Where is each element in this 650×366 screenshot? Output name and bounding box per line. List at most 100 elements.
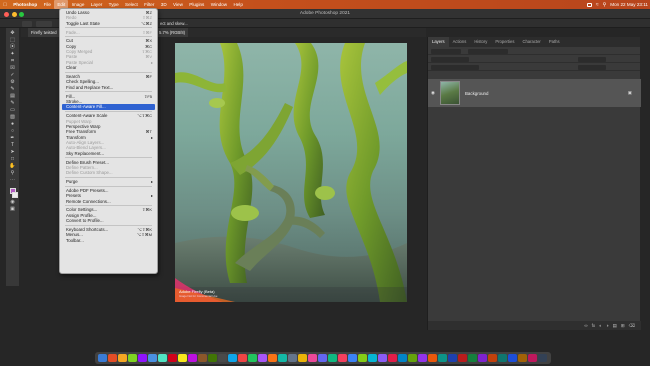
dock-app-icon[interactable]: [388, 353, 397, 363]
dock-app-icon[interactable]: [188, 353, 197, 363]
dock-app-icon[interactable]: [268, 353, 277, 363]
dock-app-icon[interactable]: [358, 353, 367, 363]
dodge-tool-icon[interactable]: ○: [9, 128, 16, 134]
dock-app-icon[interactable]: [478, 353, 487, 363]
dock-app-icon[interactable]: [178, 353, 187, 363]
layer-row-background[interactable]: ◉ Background ▣: [428, 79, 641, 107]
zoom-tool-icon[interactable]: ⚲: [9, 170, 16, 176]
dock-app-icon[interactable]: [288, 353, 297, 363]
blur-tool-icon[interactable]: ●: [9, 121, 16, 127]
dock-app-icon[interactable]: [518, 353, 527, 363]
menu-item-purge[interactable]: Purge ▸: [60, 179, 157, 184]
menu-file[interactable]: File: [40, 0, 54, 9]
menu-item-find-and-replace-text[interactable]: Find and Replace Text...: [60, 85, 157, 90]
dock-app-icon[interactable]: [428, 353, 437, 363]
selection-mode-buttons[interactable]: [36, 20, 52, 27]
lock-buttons[interactable]: [431, 64, 479, 70]
battery-icon[interactable]: [586, 2, 592, 7]
move-tool-icon[interactable]: ✥: [9, 30, 16, 36]
dock-app-icon[interactable]: [228, 353, 237, 363]
dock-app-icon[interactable]: [468, 353, 477, 363]
tab-actions[interactable]: Actions: [449, 37, 471, 47]
dock-app-icon[interactable]: [278, 353, 287, 363]
history-brush-tool-icon[interactable]: ✎: [9, 100, 16, 106]
dock-app-icon[interactable]: [368, 353, 377, 363]
dock-app-icon[interactable]: [418, 353, 427, 363]
dock-app-icon[interactable]: [108, 353, 117, 363]
screen-mode-icon[interactable]: ▣: [9, 206, 16, 212]
gradient-tool-icon[interactable]: ▧: [9, 114, 16, 120]
new-layer-icon[interactable]: ⊞: [621, 323, 625, 329]
menu-3d[interactable]: 3D: [158, 0, 170, 9]
dock-app-icon[interactable]: [128, 353, 137, 363]
dock-app-icon[interactable]: [328, 353, 337, 363]
apple-icon[interactable]: : [0, 2, 10, 8]
new-group-icon[interactable]: ▤: [613, 323, 617, 329]
lock-icon[interactable]: ▣: [628, 90, 632, 96]
eye-icon[interactable]: ◉: [428, 90, 438, 96]
background-color-swatch[interactable]: [12, 192, 18, 199]
layer-filter-dropdown[interactable]: [431, 48, 461, 54]
menu-item-content-aware-fill[interactable]: Content-Aware Fill...: [62, 104, 155, 110]
menu-item-convert-to-profile[interactable]: Convert to Profile...: [60, 218, 157, 223]
frame-tool-icon[interactable]: ☒: [9, 65, 16, 71]
type-tool-icon[interactable]: T: [9, 142, 16, 148]
layer-style-icon[interactable]: fx: [592, 323, 596, 328]
canvas-image[interactable]: Adobe Firefly (Beta) Image Not for Comme…: [175, 43, 407, 302]
lasso-tool-icon[interactable]: ⦿: [9, 44, 16, 50]
dock-app-icon[interactable]: [538, 353, 547, 363]
eyedropper-tool-icon[interactable]: ✓: [9, 72, 16, 78]
dock-app-icon[interactable]: [348, 353, 357, 363]
dock-app-icon[interactable]: [408, 353, 417, 363]
dock-app-icon[interactable]: [158, 353, 167, 363]
tab-paths[interactable]: Paths: [545, 37, 564, 47]
trash-icon[interactable]: ⌫: [629, 323, 635, 329]
tab-history[interactable]: History: [470, 37, 491, 47]
quick-selection-tool-icon[interactable]: ✦: [9, 51, 16, 57]
dock-app-icon[interactable]: [488, 353, 497, 363]
wifi-icon[interactable]: ≈: [596, 2, 599, 8]
path-selection-tool-icon[interactable]: ➤: [9, 149, 16, 155]
tab-layers[interactable]: Layers: [428, 37, 449, 47]
dock-app-icon[interactable]: [118, 353, 127, 363]
menu-photoshop[interactable]: Photoshop: [10, 0, 40, 9]
clone-stamp-tool-icon[interactable]: ▤: [9, 93, 16, 99]
adjustment-layer-icon[interactable]: ◑: [606, 323, 609, 328]
crop-tool-icon[interactable]: ⌗: [9, 58, 16, 64]
dock-app-icon[interactable]: [308, 353, 317, 363]
hand-tool-icon[interactable]: ✋: [9, 163, 16, 169]
fill-field[interactable]: [578, 64, 606, 70]
dock-app-icon[interactable]: [98, 353, 107, 363]
menu-item-remote-connections[interactable]: Remote Connections...: [60, 199, 157, 204]
menu-window[interactable]: Window: [208, 0, 231, 9]
rectangle-tool-icon[interactable]: □: [9, 156, 16, 162]
blend-mode-dropdown[interactable]: [431, 56, 469, 62]
dock-app-icon[interactable]: [318, 353, 327, 363]
dock-app-icon[interactable]: [378, 353, 387, 363]
menu-item-toolbar[interactable]: Toolbar...: [60, 238, 157, 243]
menu-plugins[interactable]: Plugins: [186, 0, 207, 9]
menu-item-clear[interactable]: Clear: [60, 65, 157, 70]
layer-filter-buttons[interactable]: [468, 48, 508, 54]
add-mask-icon[interactable]: ◐: [599, 323, 602, 328]
search-icon[interactable]: ⚲: [603, 2, 607, 8]
pen-tool-icon[interactable]: ✒: [9, 135, 16, 141]
marquee-tool-icon[interactable]: ⬚: [9, 37, 16, 43]
tab-properties[interactable]: Properties: [491, 37, 518, 47]
dock-app-icon[interactable]: [458, 353, 467, 363]
dock-app-icon[interactable]: [148, 353, 157, 363]
dock-app-icon[interactable]: [258, 353, 267, 363]
healing-brush-tool-icon[interactable]: ⚙: [9, 79, 16, 85]
quick-mask-icon[interactable]: ◉: [9, 199, 16, 205]
dock-app-icon[interactable]: [528, 353, 537, 363]
tab-character[interactable]: Character: [518, 37, 544, 47]
dock-app-icon[interactable]: [398, 353, 407, 363]
dock-app-icon[interactable]: [448, 353, 457, 363]
dock-app-icon[interactable]: [218, 353, 227, 363]
clock[interactable]: Mon 22 May 23:11: [610, 2, 648, 7]
eraser-tool-icon[interactable]: ▭: [9, 107, 16, 113]
dock-app-icon[interactable]: [238, 353, 247, 363]
dock-app-icon[interactable]: [248, 353, 257, 363]
dock-app-icon[interactable]: [508, 353, 517, 363]
link-layers-icon[interactable]: ∞: [584, 323, 587, 328]
